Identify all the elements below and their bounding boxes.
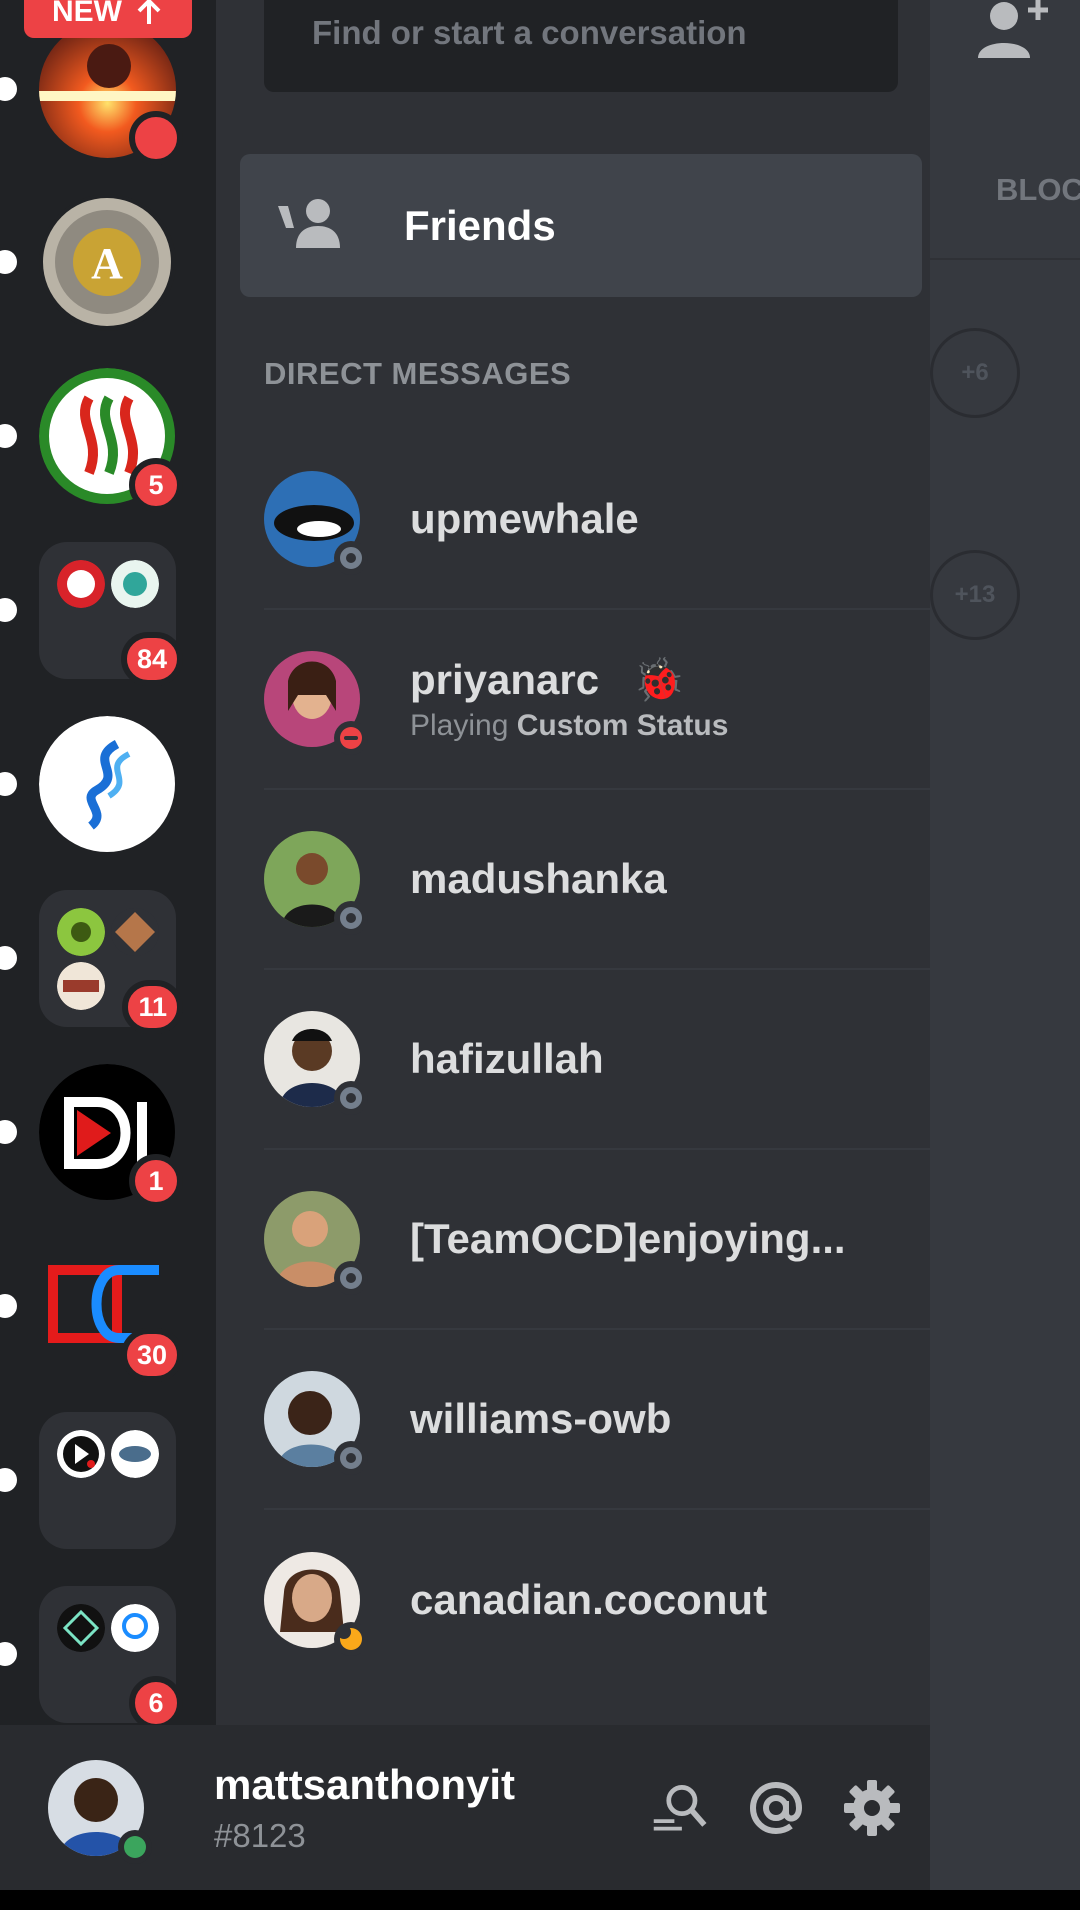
- mini-server-icon: [57, 962, 105, 1010]
- mutual-count: +6: [930, 328, 1020, 418]
- dm-item-madushanka[interactable]: madushanka: [264, 790, 930, 970]
- new-unreads-pill[interactable]: NEW: [24, 0, 192, 38]
- unread-indicator: [0, 598, 17, 622]
- mini-server-icon: [57, 1430, 105, 1478]
- mini-server-icon: [111, 908, 159, 956]
- user-avatar[interactable]: [48, 1759, 152, 1864]
- status-idle-icon: [334, 1622, 368, 1656]
- mini-server-icon: [111, 1604, 159, 1652]
- at-sign-icon: [749, 1781, 803, 1834]
- mutual-count: +13: [930, 550, 1020, 640]
- unread-indicator: [0, 1642, 17, 1666]
- svg-text:A: A: [91, 239, 123, 288]
- unread-indicator: [0, 1120, 17, 1144]
- dm-item-upmewhale[interactable]: upmewhale: [264, 430, 930, 610]
- dm-item-canadian-coconut[interactable]: canadian.coconut: [264, 1510, 930, 1690]
- dm-username: madushanka: [410, 855, 667, 902]
- server-icon-3[interactable]: 5: [0, 368, 183, 512]
- dm-item-priyanarc[interactable]: priyanarc 🐞 Playing Custom Status: [264, 610, 930, 790]
- avatar: [264, 1371, 368, 1475]
- current-username: mattsanthonyit: [214, 1760, 516, 1808]
- server-folder-4[interactable]: 6: [0, 1586, 183, 1730]
- discord-app: NEW A 5 84 11 1 30 6 Find or start a con…: [0, 0, 1080, 1890]
- unread-badge: 6: [129, 1676, 183, 1730]
- mini-server-icon: [57, 560, 105, 608]
- server-avatar: A: [39, 194, 176, 331]
- system-nav-bar: [0, 1890, 1080, 1910]
- unread-indicator: [0, 1468, 17, 1492]
- mini-server-icon: [57, 908, 105, 956]
- server-icon-7[interactable]: 1: [0, 1064, 183, 1208]
- status-offline-icon: [334, 1441, 368, 1475]
- server-avatar: [39, 716, 176, 853]
- dm-username: williams-owb: [410, 1395, 672, 1442]
- avatar: [264, 651, 368, 755]
- avatar: [264, 471, 368, 575]
- gear-icon: [844, 1779, 900, 1836]
- arrow-up-icon: [137, 0, 161, 24]
- unread-indicator: [0, 772, 17, 796]
- search-users-button[interactable]: [650, 1778, 710, 1838]
- friends-label: Friends: [404, 201, 556, 249]
- dm-username: [TeamOCD]enjoying...: [410, 1215, 846, 1262]
- unread-indicator: [0, 1294, 17, 1318]
- status-offline-icon: [334, 901, 368, 935]
- server-folder-2[interactable]: 11: [0, 890, 183, 1034]
- unread-indicator: [0, 250, 17, 274]
- unread-badge: 11: [122, 980, 183, 1034]
- folder-body: [39, 1412, 176, 1549]
- mini-server-icon: [111, 1430, 159, 1478]
- mini-server-icon: [57, 1604, 105, 1652]
- unread-indicator: [0, 946, 17, 970]
- unread-indicator: [0, 424, 17, 448]
- new-pill-label: NEW: [52, 0, 122, 28]
- server-folder-1[interactable]: 84: [0, 542, 183, 686]
- tab-blocked[interactable]: BLOCKED: [996, 172, 1080, 208]
- status-online-icon: [118, 1829, 152, 1864]
- dm-username: upmewhale: [410, 495, 639, 542]
- dm-activity: Playing Custom Status: [410, 708, 729, 742]
- user-panel: mattsanthonyit #8123: [0, 1725, 930, 1890]
- dm-username: canadian.coconut: [410, 1576, 768, 1623]
- server-folder-3[interactable]: [0, 1412, 176, 1549]
- friends-button[interactable]: Friends: [240, 154, 922, 297]
- unread-badge: [129, 111, 183, 165]
- dm-item-teamocd[interactable]: [TeamOCD]enjoying...: [264, 1150, 930, 1330]
- dm-item-williams-owb[interactable]: williams-owb: [264, 1330, 930, 1510]
- current-user-tag: #8123: [214, 1816, 306, 1854]
- mentions-button[interactable]: [746, 1778, 806, 1838]
- unread-badge: 1: [129, 1154, 183, 1208]
- avatar: [264, 1191, 368, 1295]
- divider: [930, 258, 1080, 260]
- search-people-icon: [653, 1784, 707, 1830]
- status-offline-icon: [334, 1081, 368, 1115]
- direct-messages-heading: DIRECT MESSAGES: [264, 356, 572, 391]
- mini-server-icon: [111, 560, 159, 608]
- direct-messages-panel: Find or start a conversation Friends DIR…: [216, 0, 930, 1725]
- user-settings-button[interactable]: [842, 1778, 902, 1838]
- unread-badge: 5: [129, 458, 183, 512]
- unread-badge: 84: [120, 632, 183, 686]
- dm-username: hafizullah: [410, 1035, 604, 1082]
- unread-indicator: [0, 77, 17, 101]
- server-icon-8[interactable]: 30: [0, 1238, 183, 1382]
- status-offline-icon: [334, 1261, 368, 1295]
- status-offline-icon: [334, 541, 368, 575]
- unread-badge: 30: [120, 1328, 183, 1382]
- dm-item-hafizullah[interactable]: hafizullah: [264, 970, 930, 1150]
- ladybug-emoji: 🐞: [632, 655, 686, 703]
- server-icon-2[interactable]: A: [0, 194, 176, 331]
- add-friend-icon[interactable]: [978, 0, 1050, 64]
- avatar: [264, 1552, 368, 1656]
- status-dnd-icon: [334, 721, 368, 755]
- avatar: [264, 831, 368, 935]
- friends-content-peek: BLOCKED +6 +13: [930, 0, 1080, 1890]
- avatar: [264, 1011, 368, 1115]
- friends-icon: [278, 198, 354, 253]
- server-rail: NEW A 5 84 11 1 30 6: [0, 0, 216, 1730]
- search-input[interactable]: Find or start a conversation: [264, 0, 898, 92]
- dm-username: priyanarc: [410, 655, 600, 703]
- server-icon-1[interactable]: [0, 21, 183, 165]
- server-icon-5[interactable]: [0, 716, 176, 853]
